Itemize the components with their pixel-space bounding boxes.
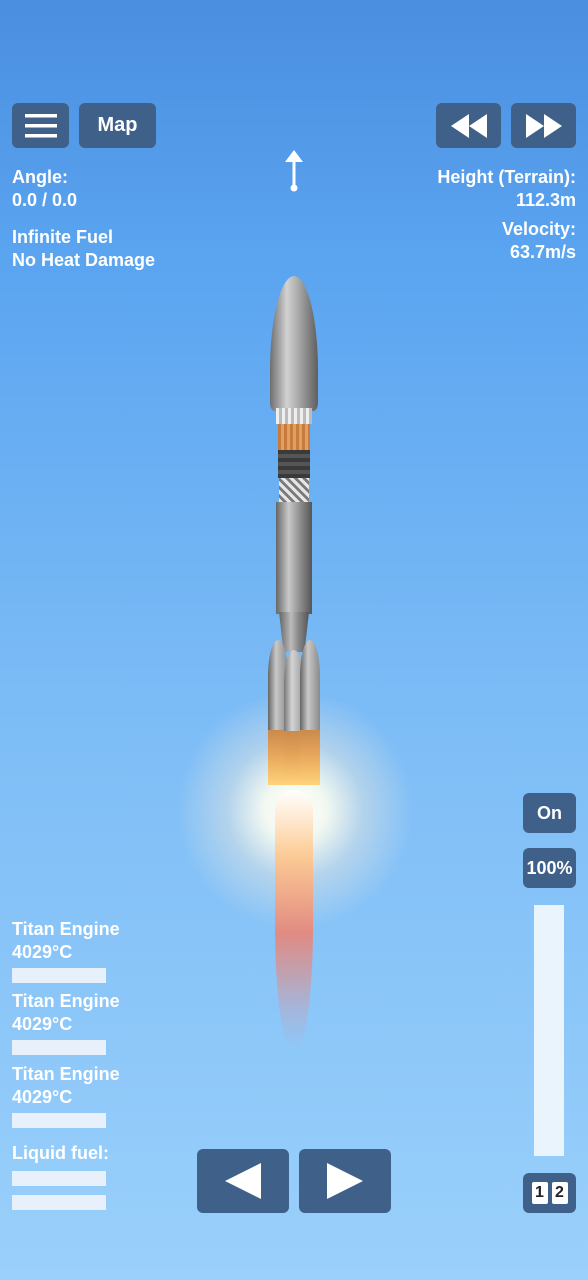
height-value: 112.3m <box>515 190 576 210</box>
fairing-ring <box>276 408 312 424</box>
velocity-label: Velocity: <box>501 219 576 239</box>
exhaust-glow <box>175 690 415 930</box>
engine-toggle-label: On <box>537 802 562 823</box>
rewind-button[interactable] <box>436 103 501 148</box>
engine-3-temp: 4029°C <box>12 1087 73 1107</box>
core-stage <box>276 502 312 614</box>
stage-2-label: 2 <box>551 1182 568 1204</box>
throttle-label: 100% <box>526 857 573 878</box>
map-button[interactable]: Map <box>79 103 156 148</box>
engine-2-heat-bar <box>12 1040 106 1055</box>
engine-1-heat-bar <box>12 968 106 983</box>
map-label: Map <box>97 114 138 136</box>
throttle-fill <box>534 905 564 1156</box>
rotate-left-button[interactable] <box>197 1149 289 1213</box>
interstage-truss <box>279 478 309 502</box>
height-label: Height (Terrain): <box>437 167 576 187</box>
fast-forward-icon <box>525 113 562 138</box>
liquid-fuel-bar-2 <box>12 1195 106 1210</box>
fast-forward-button[interactable] <box>511 103 576 148</box>
engine-1-temp: 4029°C <box>12 942 73 962</box>
engine-1-name: Titan Engine <box>12 919 120 939</box>
right-arrow-icon <box>327 1163 363 1199</box>
nose-cone <box>270 276 318 411</box>
stage-button[interactable]: 1 2 <box>523 1173 576 1213</box>
angle-label: Angle: <box>12 167 68 187</box>
menu-button[interactable] <box>12 103 69 148</box>
engine-3-name: Titan Engine <box>12 1064 120 1084</box>
booster-center <box>284 650 304 785</box>
velocity-value: 63.7m/s <box>509 242 576 262</box>
core-taper <box>279 612 309 652</box>
no-heat-damage-text: No Heat Damage <box>12 250 156 270</box>
left-arrow-icon <box>225 1163 261 1199</box>
up-arrow-icon <box>285 150 303 192</box>
angle-value: 0.0 / 0.0 <box>12 190 78 210</box>
engine-3-heat-bar <box>12 1113 106 1128</box>
liquid-fuel-bar-1 <box>12 1171 106 1186</box>
booster-left <box>268 640 288 785</box>
hamburger-icon <box>24 113 57 137</box>
rewind-icon <box>450 113 487 138</box>
stage-1-label: 1 <box>531 1182 548 1204</box>
throttle-slider[interactable] <box>534 905 564 1156</box>
exhaust-flame <box>275 790 313 1050</box>
engine-toggle-button[interactable]: On <box>523 793 576 833</box>
booster-right <box>300 640 320 785</box>
upper-stage-dark <box>278 450 310 478</box>
engine-2-name: Titan Engine <box>12 991 120 1011</box>
engine-2-temp: 4029°C <box>12 1014 73 1034</box>
throttle-readout: 100% <box>523 848 576 888</box>
liquid-fuel-label: Liquid fuel: <box>12 1143 109 1163</box>
rotate-right-button[interactable] <box>299 1149 391 1213</box>
upper-stage-band <box>278 424 310 450</box>
infinite-fuel-text: Infinite Fuel <box>12 227 113 247</box>
